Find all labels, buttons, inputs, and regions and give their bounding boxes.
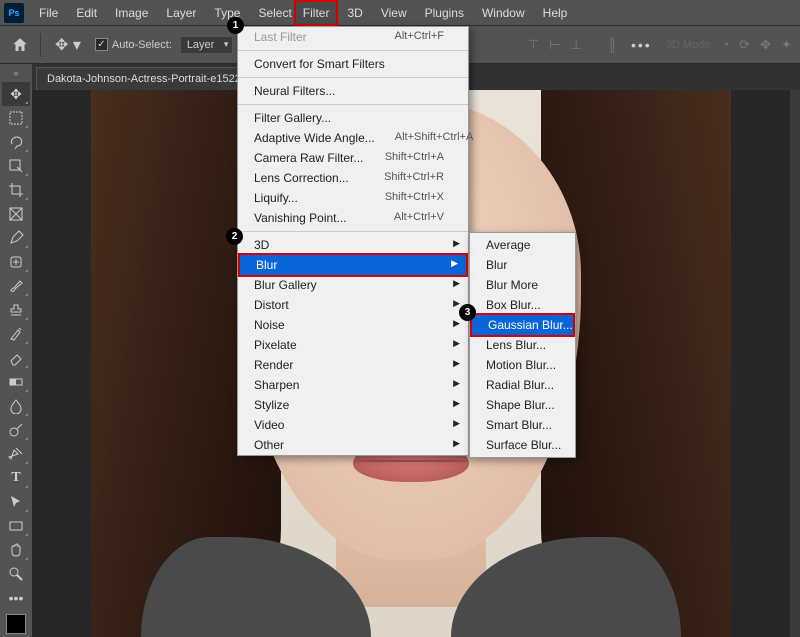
brush-tool[interactable]: [2, 274, 30, 298]
blur-more[interactable]: Blur More: [470, 275, 575, 295]
path-select-tool[interactable]: [2, 490, 30, 514]
object-select-tool[interactable]: [2, 154, 30, 178]
menu-lens-correction[interactable]: Lens Correction...Shift+Ctrl+R: [238, 168, 468, 188]
blur-shape[interactable]: Shape Blur...: [470, 395, 575, 415]
menu-select[interactable]: Select: [249, 0, 293, 26]
callout-1: 1: [227, 17, 244, 34]
more-options-icon[interactable]: •••: [625, 37, 658, 53]
scale-icon: ✦: [781, 37, 792, 53]
crop-tool[interactable]: [2, 178, 30, 202]
home-icon[interactable]: [8, 35, 32, 55]
rectangle-tool[interactable]: [2, 514, 30, 538]
marquee-tool[interactable]: [2, 106, 30, 130]
menu-file[interactable]: File: [30, 0, 67, 26]
align-icons[interactable]: ⊤ ⊢ ⊥ ║: [528, 37, 617, 53]
scrollbar[interactable]: [790, 90, 800, 637]
align-top-icon[interactable]: ⊤: [528, 37, 539, 53]
pan-icon: ✥: [760, 37, 771, 53]
eraser-tool[interactable]: [2, 346, 30, 370]
rotate-icon: ⟳: [739, 37, 750, 53]
menu-liquify[interactable]: Liquify...Shift+Ctrl+X: [238, 188, 468, 208]
blur-motion[interactable]: Motion Blur...: [470, 355, 575, 375]
menu-edit[interactable]: Edit: [67, 0, 106, 26]
menu-window[interactable]: Window: [473, 0, 534, 26]
separator: [238, 231, 468, 232]
menu-view[interactable]: View: [372, 0, 416, 26]
distribute-icon[interactable]: ║: [608, 37, 617, 53]
submenu-sharpen[interactable]: Sharpen▶: [238, 375, 468, 395]
menu-vanishing-point[interactable]: Vanishing Point...Alt+Ctrl+V: [238, 208, 468, 228]
blur-submenu: Average Blur Blur More Box Blur... Gauss…: [469, 232, 576, 458]
app-icon: Ps: [4, 3, 24, 23]
submenu-render[interactable]: Render▶: [238, 355, 468, 375]
blur-box[interactable]: Box Blur...: [470, 295, 575, 315]
blur-surface[interactable]: Surface Blur...: [470, 435, 575, 455]
menu-filter[interactable]: Filter: [294, 0, 339, 26]
blur-smart[interactable]: Smart Blur...: [470, 415, 575, 435]
submenu-distort[interactable]: Distort▶: [238, 295, 468, 315]
mode-label: 3D Mode:: [666, 39, 714, 51]
dodge-tool[interactable]: [2, 418, 30, 442]
history-brush-tool[interactable]: [2, 322, 30, 346]
separator: [238, 104, 468, 105]
color-swatch[interactable]: [6, 614, 26, 634]
align-middle-icon[interactable]: ⊢: [549, 37, 560, 53]
submenu-pixelate[interactable]: Pixelate▶: [238, 335, 468, 355]
orbit-icon: ◔: [721, 37, 729, 53]
menu-filter-gallery[interactable]: Filter Gallery...: [238, 108, 468, 128]
zoom-tool[interactable]: [2, 562, 30, 586]
menu-plugins[interactable]: Plugins: [416, 0, 473, 26]
pen-tool[interactable]: [2, 442, 30, 466]
layer-dropdown[interactable]: Layer: [180, 36, 234, 54]
separator: [40, 33, 41, 57]
blur-tool[interactable]: [2, 394, 30, 418]
eyedropper-tool[interactable]: [2, 226, 30, 250]
type-tool[interactable]: T: [2, 466, 30, 490]
submenu-blur[interactable]: Blur▶: [238, 253, 468, 277]
menu-convert-smart[interactable]: Convert for Smart Filters: [238, 54, 468, 74]
submenu-other[interactable]: Other▶: [238, 435, 468, 455]
blur-lens[interactable]: Lens Blur...: [470, 335, 575, 355]
left-toolbox: » ✥ T •••: [0, 64, 32, 637]
move-tool-indicator[interactable]: ✥ ▾: [49, 35, 87, 55]
menu-layer[interactable]: Layer: [157, 0, 205, 26]
document-tab[interactable]: Dakota-Johnson-Actress-Portrait-e1522...: [36, 67, 261, 90]
mode-icons: ◔ ⟳ ✥ ✦: [721, 37, 792, 53]
menubar: Ps File Edit Image Layer Type Select Fil…: [0, 0, 800, 26]
gradient-tool[interactable]: [2, 370, 30, 394]
callout-2: 2: [226, 228, 243, 245]
submenu-3d[interactable]: 3D▶: [238, 235, 468, 255]
menu-camera-raw[interactable]: Camera Raw Filter...Shift+Ctrl+A: [238, 148, 468, 168]
submenu-noise[interactable]: Noise▶: [238, 315, 468, 335]
healing-tool[interactable]: [2, 250, 30, 274]
submenu-stylize[interactable]: Stylize▶: [238, 395, 468, 415]
menu-help[interactable]: Help: [534, 0, 577, 26]
menu-adaptive-wide-angle[interactable]: Adaptive Wide Angle...Alt+Shift+Ctrl+A: [238, 128, 468, 148]
submenu-blur-gallery[interactable]: Blur Gallery▶: [238, 275, 468, 295]
align-bottom-icon[interactable]: ⊥: [570, 37, 581, 53]
separator: [238, 50, 468, 51]
blur-radial[interactable]: Radial Blur...: [470, 375, 575, 395]
filter-menu: Last FilterAlt+Ctrl+F Convert for Smart …: [237, 26, 469, 456]
edit-toolbar-icon[interactable]: •••: [2, 586, 30, 610]
submenu-video[interactable]: Video▶: [238, 415, 468, 435]
menu-3d[interactable]: 3D: [338, 0, 371, 26]
move-tool[interactable]: ✥: [2, 82, 30, 106]
auto-select-checkbox[interactable]: ✓: [95, 38, 108, 51]
menu-image[interactable]: Image: [106, 0, 157, 26]
stamp-tool[interactable]: [2, 298, 30, 322]
blur-blur[interactable]: Blur: [470, 255, 575, 275]
collapse-icon[interactable]: »: [13, 68, 18, 82]
menu-neural-filters[interactable]: Neural Filters...: [238, 81, 468, 101]
blur-average[interactable]: Average: [470, 235, 575, 255]
menu-last-filter: Last FilterAlt+Ctrl+F: [238, 27, 468, 47]
hand-tool[interactable]: [2, 538, 30, 562]
separator: [238, 77, 468, 78]
auto-select-label: Auto-Select:: [112, 39, 172, 51]
blur-gaussian[interactable]: Gaussian Blur...: [470, 313, 575, 337]
lasso-tool[interactable]: [2, 130, 30, 154]
callout-3: 3: [459, 304, 476, 321]
frame-tool[interactable]: [2, 202, 30, 226]
